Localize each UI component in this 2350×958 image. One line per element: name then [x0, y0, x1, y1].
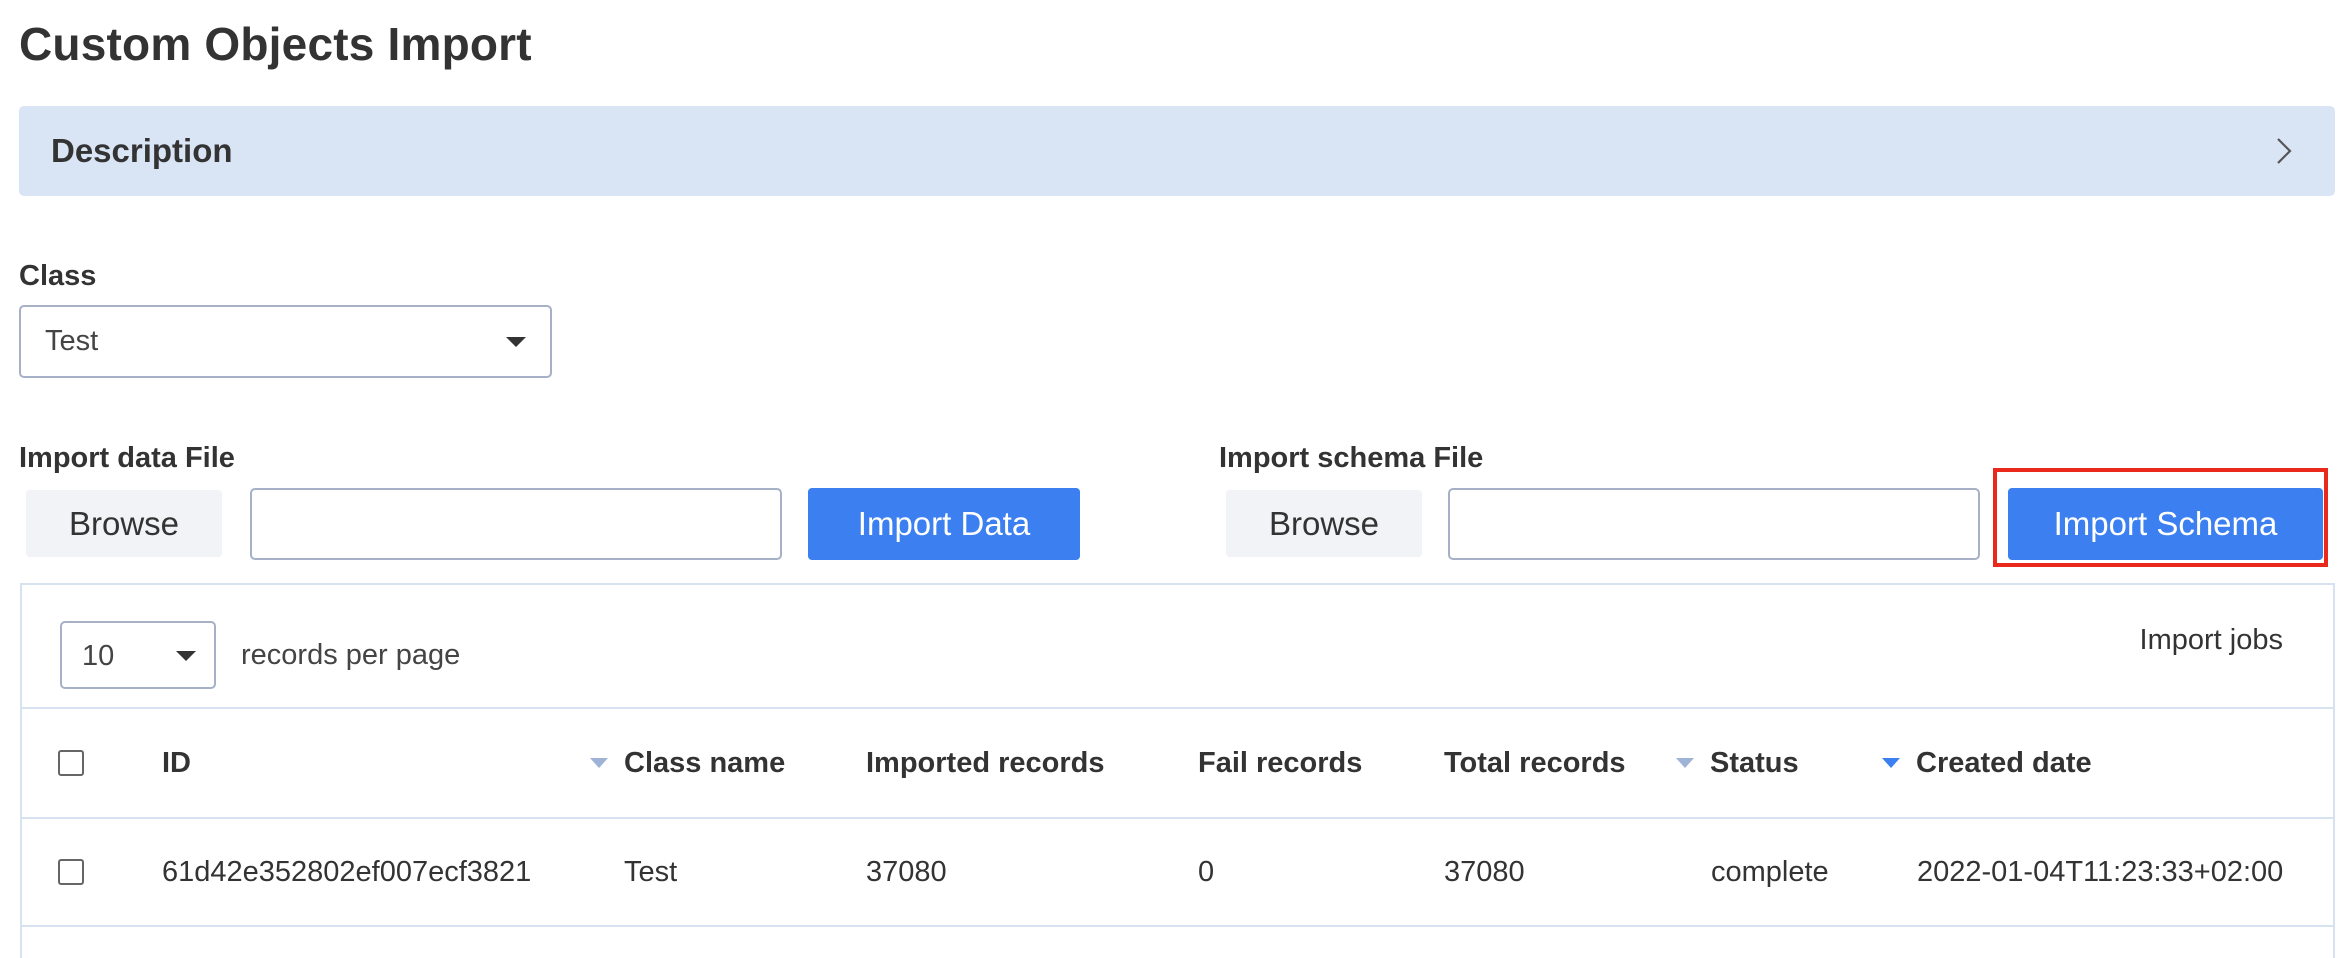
row-select-cell [58, 819, 84, 925]
chevron-down-icon [176, 651, 196, 661]
records-per-page-select[interactable]: 10 [60, 621, 216, 689]
cell-fail-records: 0 [1198, 855, 1215, 888]
sort-icon [1676, 758, 1694, 768]
col-header-class-name-label: Class name [624, 746, 786, 779]
col-header-class-name[interactable]: Class name [590, 709, 785, 817]
import-schema-highlight [1993, 468, 2328, 567]
class-label: Class [19, 260, 97, 292]
description-label: Description [51, 132, 233, 169]
col-header-status[interactable]: Status [1676, 709, 1799, 817]
sort-desc-icon [1882, 758, 1900, 768]
import-data-browse-button[interactable]: Browse [26, 490, 222, 557]
import-data-button[interactable]: Import Data [808, 488, 1080, 560]
select-all-checkbox[interactable] [58, 750, 84, 776]
class-select-value: Test [45, 325, 99, 357]
import-schema-label: Import schema File [1219, 442, 1484, 474]
table-row[interactable]: 61d42e352802ef007ecf3821 Test 37080 0 37… [22, 819, 2333, 927]
cell-status: complete [1711, 855, 1829, 888]
class-select[interactable]: Test [19, 305, 552, 378]
cell-created-date: 2022-01-04T11:23:33+02:00 [1917, 855, 2284, 888]
col-header-id[interactable]: ID [162, 709, 191, 817]
cell-imported-records: 37080 [866, 855, 947, 888]
table-header: ID Class name Imported records Fail reco… [22, 707, 2333, 819]
page: Custom Objects Import Description Class … [0, 0, 2350, 958]
col-header-imported-records[interactable]: Imported records [866, 709, 1105, 817]
chevron-down-icon [506, 337, 526, 347]
import-jobs-title: Import jobs [2139, 624, 2283, 656]
row-checkbox[interactable] [58, 859, 84, 885]
import-data-label: Import data File [19, 442, 235, 474]
col-header-status-label: Status [1710, 746, 1799, 779]
col-header-fail-records[interactable]: Fail records [1198, 709, 1362, 817]
import-jobs-panel: 10 records per page Import jobs ID Class… [20, 583, 2335, 958]
import-schema-file-input[interactable] [1448, 488, 1980, 560]
import-schema-browse-button[interactable]: Browse [1226, 490, 1422, 557]
page-title: Custom Objects Import [19, 18, 532, 70]
records-per-page-value: 10 [82, 640, 115, 672]
cell-id: 61d42e352802ef007ecf3821 [162, 855, 532, 888]
col-header-created-date-label: Created date [1916, 746, 2092, 779]
description-accordion[interactable]: Description [19, 106, 2335, 196]
import-data-file-input[interactable] [250, 488, 782, 560]
col-header-total-records[interactable]: Total records [1444, 709, 1626, 817]
cell-class-name: Test [624, 855, 678, 888]
col-header-created-date[interactable]: Created date [1882, 709, 2092, 817]
chevron-right-icon [2269, 136, 2299, 166]
sort-icon [590, 758, 608, 768]
cell-total-records: 37080 [1444, 855, 1525, 888]
records-per-page-label: records per page [241, 639, 461, 671]
select-all-cell [58, 709, 84, 817]
